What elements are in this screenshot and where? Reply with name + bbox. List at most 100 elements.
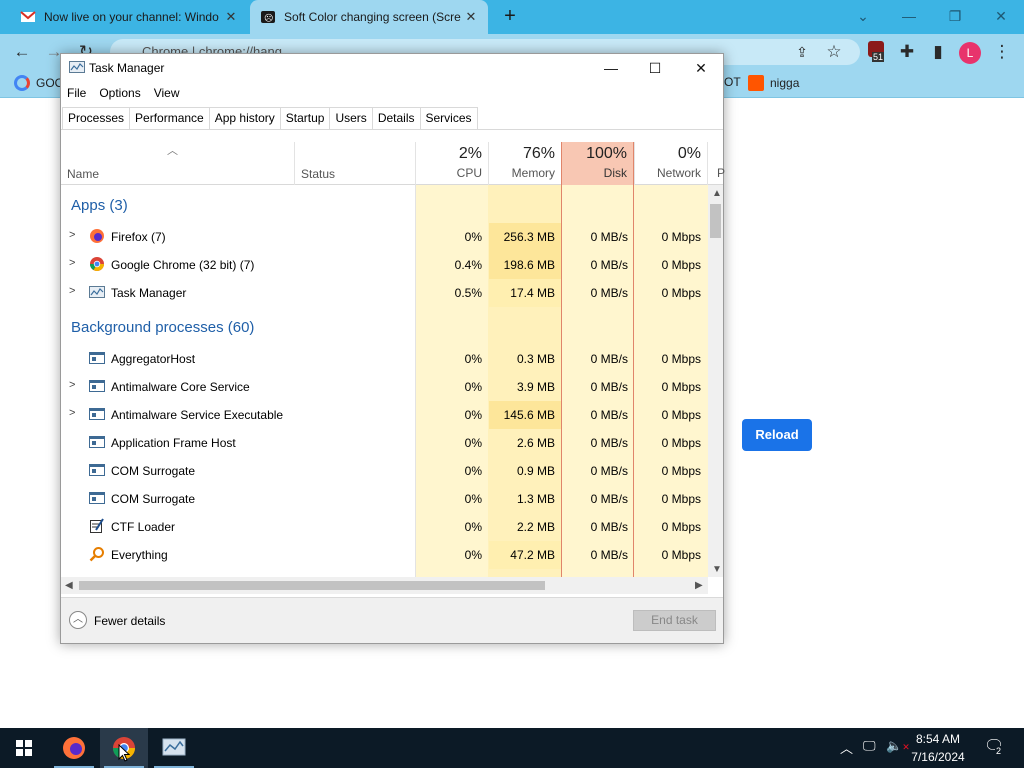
process-name: COM Surrogate	[111, 492, 196, 506]
network-value: 0 Mbps	[661, 408, 701, 422]
column-network[interactable]: 0% Network	[634, 142, 707, 185]
cpu-percent: 2%	[458, 145, 482, 162]
memory-value: 198.6 MB	[503, 258, 555, 272]
share-icon[interactable]: ⇪	[790, 40, 814, 64]
scroll-left-arrow-icon[interactable]: ◀	[65, 580, 73, 591]
tab-users[interactable]: Users	[329, 107, 373, 129]
side-panel-icon[interactable]: ▮	[926, 40, 950, 64]
memory-value: 1.3 MB	[516, 492, 555, 506]
column-power[interactable]: P	[707, 142, 725, 185]
disk-value: 0 MB/s	[590, 258, 628, 272]
tm-close-button[interactable]: ✕	[679, 54, 723, 82]
menu-view[interactable]: View	[154, 86, 180, 100]
column-memory[interactable]: 76% Memory	[488, 142, 561, 185]
tab-processes[interactable]: Processes	[62, 107, 131, 130]
process-row[interactable]: CTF Loader 0% 2.2 MB 0 MB/s 0 Mbps	[61, 513, 708, 541]
horizontal-scroll-thumb[interactable]	[79, 581, 545, 590]
chevron-right-icon[interactable]: >	[69, 257, 75, 269]
process-row[interactable]: AggregatorHost 0% 0.3 MB 0 MB/s 0 Mbps	[61, 345, 708, 373]
process-row[interactable]: COM Surrogate 0% 0.9 MB 0 MB/s 0 Mbps	[61, 457, 708, 485]
new-tab-button[interactable]: +	[498, 5, 522, 29]
start-button[interactable]	[0, 728, 48, 768]
fewer-details-link[interactable]: Fewer details	[94, 614, 165, 628]
column-status-header[interactable]: Status	[294, 142, 415, 185]
notification-center-icon[interactable]: 🗨 2	[984, 736, 1004, 756]
page-reload-button[interactable]: Reload	[742, 419, 812, 451]
clock-time[interactable]: 8:54 AM	[900, 732, 976, 746]
mouse-cursor-icon	[118, 744, 130, 762]
chevron-right-icon[interactable]: >	[69, 407, 75, 419]
bookmark-google[interactable]: GOO	[14, 75, 64, 91]
svg-text:☹: ☹	[264, 13, 273, 23]
extensions-puzzle-icon[interactable]: ✚	[895, 40, 919, 64]
process-row[interactable]: Everything 0% 47.2 MB 0 MB/s 0 Mbps	[61, 541, 708, 569]
process-row[interactable]: > Google Chrome (32 bit) (7) 0.4% 198.6 MB 0…	[61, 251, 708, 279]
network-icon[interactable]: 🖵	[863, 738, 876, 754]
tab-search-icon[interactable]: ⌄	[840, 0, 886, 32]
menu-options[interactable]: Options	[99, 86, 140, 100]
bookmark-star-icon[interactable]: ☆	[822, 40, 846, 64]
process-row[interactable]: Application Frame Host 0% 2.6 MB 0 MB/s 0 Mb…	[61, 429, 708, 457]
google-icon	[14, 75, 30, 91]
taskbar-task-manager[interactable]	[150, 728, 198, 768]
sort-chevron-up-icon[interactable]: ︿	[167, 142, 178, 158]
clock-date[interactable]: 7/16/2024	[900, 750, 976, 764]
tab-app-history[interactable]: App history	[208, 107, 281, 129]
group-apps[interactable]: Apps (3)	[61, 191, 708, 223]
browser-tab-1[interactable]: Now live on your channel: Windo ✕	[10, 0, 248, 34]
column-name[interactable]: Name	[67, 167, 99, 181]
profile-avatar[interactable]: L	[958, 40, 982, 64]
scroll-right-arrow-icon[interactable]: ▶	[695, 580, 703, 591]
tm-maximize-button[interactable]: ☐	[633, 54, 677, 82]
taskbar-chrome[interactable]	[100, 728, 148, 768]
tab-startup[interactable]: Startup	[279, 107, 331, 129]
bookmark-soundcloud[interactable]: nigga	[748, 75, 799, 91]
chevron-right-icon[interactable]: >	[69, 379, 75, 391]
menu-file[interactable]: File	[67, 86, 86, 100]
tab-services[interactable]: Services	[419, 107, 478, 129]
process-icon	[89, 462, 105, 478]
network-value: 0 Mbps	[661, 352, 701, 366]
disk-value: 0 MB/s	[590, 352, 628, 366]
taskbar-firefox[interactable]	[50, 728, 98, 768]
tm-minimize-button[interactable]: —	[589, 54, 633, 82]
process-icon	[89, 378, 105, 394]
scroll-up-arrow-icon[interactable]: ▲	[712, 188, 722, 199]
memory-value: 2.2 MB	[516, 520, 555, 534]
process-row[interactable]: > Antimalware Core Service 0% 3.9 MB 0 MB/s 0…	[61, 373, 708, 401]
process-row[interactable]: > Task Manager 0.5% 17.4 MB 0 MB/s 0 Mbps	[61, 279, 708, 307]
tab-divider	[61, 129, 723, 130]
vertical-scroll-thumb[interactable]	[710, 204, 721, 238]
task-manager-window: Task Manager — ☐ ✕ File Options View Pro…	[60, 53, 725, 644]
process-row[interactable]: > Antimalware Service Executable 0% 145.6 M…	[61, 401, 708, 429]
cpu-value: 0%	[464, 492, 482, 506]
scroll-down-arrow-icon[interactable]: ▼	[712, 564, 722, 575]
extension-icon[interactable]: 51	[864, 40, 888, 64]
tab-performance[interactable]: Performance	[129, 107, 210, 129]
process-row[interactable]: > Firefox (7) 0% 256.3 MB 0 MB/s 0 Mbps	[61, 223, 708, 251]
cpu-value: 0.5%	[454, 286, 482, 300]
tab-details[interactable]: Details	[371, 107, 421, 129]
disk-value: 0 MB/s	[590, 548, 628, 562]
process-row[interactable]: COM Surrogate 0% 1.3 MB 0 MB/s 0 Mbps	[61, 485, 708, 513]
chevron-right-icon[interactable]: >	[69, 229, 75, 241]
disk-value: 0 MB/s	[590, 230, 628, 244]
close-tab-icon[interactable]: ✕	[464, 9, 478, 25]
back-button[interactable]: ←	[10, 40, 34, 64]
close-tab-icon[interactable]: ✕	[224, 9, 238, 25]
vertical-scrollbar[interactable]	[708, 185, 723, 577]
minimize-button[interactable]: —	[886, 0, 932, 32]
memory-label: Memory	[511, 166, 555, 180]
bookmark-ot[interactable]: OT	[724, 75, 741, 89]
restore-button[interactable]: ❐	[932, 0, 978, 32]
browser-tab-2[interactable]: ☹ Soft Color changing screen (Scre ✕	[250, 0, 488, 34]
chevron-up-icon[interactable]: ︿	[69, 611, 87, 629]
show-hidden-icons-icon[interactable]: ︿	[840, 738, 853, 757]
end-task-button[interactable]: End task	[633, 610, 716, 631]
close-button[interactable]: ✕	[978, 0, 1024, 32]
chevron-right-icon[interactable]: >	[69, 285, 75, 297]
chrome-menu-icon[interactable]: ⋮	[990, 40, 1014, 64]
group-background[interactable]: Background processes (60)	[61, 313, 708, 345]
column-disk[interactable]: 100% Disk	[561, 142, 634, 185]
column-cpu[interactable]: 2% CPU	[415, 142, 488, 185]
